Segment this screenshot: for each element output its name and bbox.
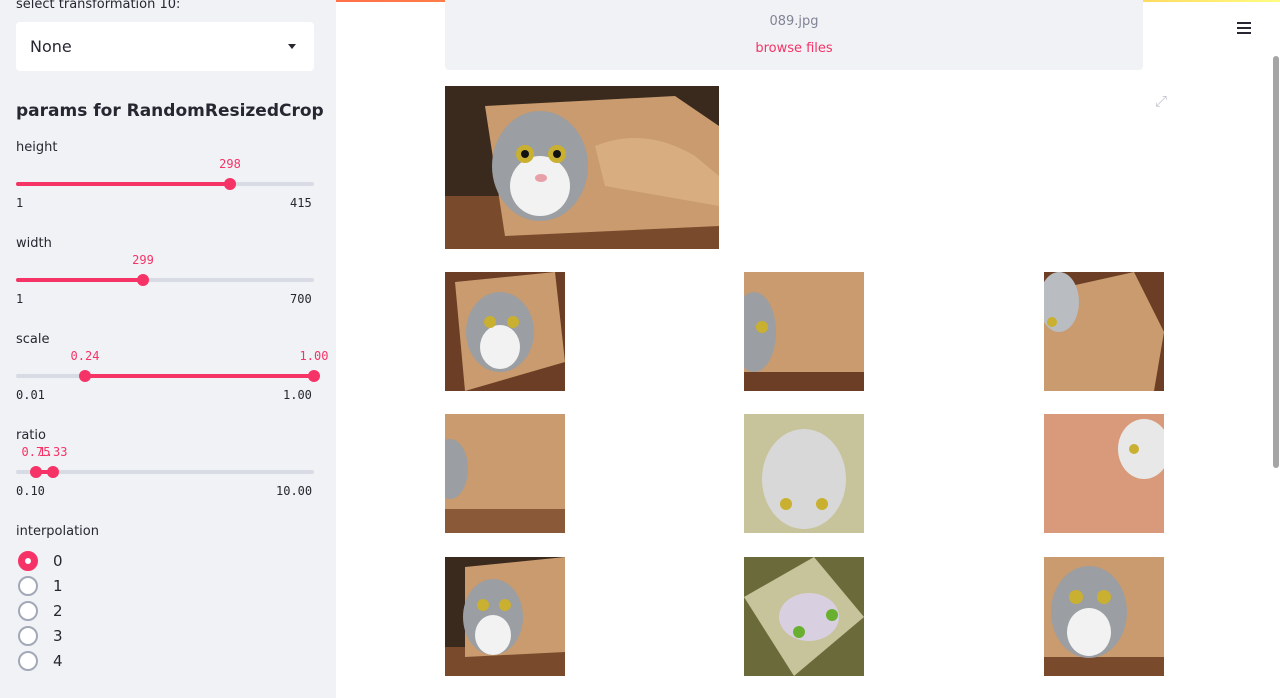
scrollbar[interactable] — [1273, 56, 1279, 468]
width-slider-fill — [16, 278, 143, 282]
augmented-image-9 — [1044, 557, 1164, 676]
width-label: width — [16, 236, 52, 251]
augmented-image-6 — [1044, 414, 1164, 533]
ratio-min: 0.10 — [16, 484, 45, 498]
interpolation-option-1[interactable]: 1 — [18, 576, 63, 596]
interpolation-option-label: 2 — [53, 602, 63, 620]
scale-label: scale — [16, 332, 50, 347]
scale-slider-thumb-low[interactable] — [79, 370, 91, 382]
ratio-slider-thumb-low[interactable] — [30, 466, 42, 478]
scale-min: 0.01 — [16, 388, 45, 402]
browse-files-link[interactable]: browse files — [445, 41, 1143, 56]
augmented-image-5 — [744, 414, 864, 533]
augmented-image-1 — [445, 272, 565, 391]
height-min: 1 — [16, 196, 24, 210]
height-value: 298 — [219, 157, 241, 171]
interpolation-option-label: 4 — [53, 652, 63, 670]
interpolation-label: interpolation — [16, 524, 99, 539]
height-slider-fill — [16, 182, 230, 186]
scale-slider-thumb-high[interactable] — [308, 370, 320, 382]
uploaded-file-name: 089.jpg — [769, 14, 819, 29]
ratio-label: ratio — [16, 428, 46, 443]
width-max: 700 — [290, 292, 312, 306]
interpolation-option-label: 3 — [53, 627, 63, 645]
radio-selected-icon — [18, 551, 38, 571]
ratio-high-value: 1.33 — [38, 445, 68, 459]
width-value: 299 — [132, 253, 154, 267]
transformation-select-value: None — [30, 37, 72, 56]
radio-icon — [18, 576, 38, 596]
select-transformation-label: select transformation 10: — [16, 0, 181, 12]
interpolation-option-3[interactable]: 3 — [18, 626, 63, 646]
transformation-select[interactable]: None — [16, 22, 314, 71]
augmented-image-4 — [445, 414, 565, 533]
radio-icon — [18, 601, 38, 621]
height-label: height — [16, 140, 58, 155]
interpolation-option-0[interactable]: 0 — [18, 551, 63, 571]
hamburger-menu-icon[interactable] — [1237, 21, 1251, 35]
augmented-image-2 — [744, 272, 864, 391]
interpolation-option-4[interactable]: 4 — [18, 651, 63, 671]
interpolation-option-label: 0 — [53, 552, 63, 570]
ratio-slider-thumb-high[interactable] — [47, 466, 59, 478]
scale-max: 1.00 — [283, 388, 312, 402]
section-title: params for RandomResizedCrop — [16, 101, 324, 121]
ratio-max: 10.00 — [276, 484, 313, 498]
scale-slider[interactable]: 0.24 1.00 — [16, 349, 328, 382]
original-image — [445, 86, 719, 249]
augmented-image-8 — [744, 557, 864, 676]
height-slider[interactable]: 298 — [16, 157, 314, 190]
augmented-image-7 — [445, 557, 565, 676]
fullscreen-expand-icon[interactable]: ⤢ — [1155, 92, 1167, 110]
width-slider-thumb[interactable] — [137, 274, 149, 286]
interpolation-option-2[interactable]: 2 — [18, 601, 63, 621]
radio-icon — [18, 626, 38, 646]
scale-high-value: 1.00 — [299, 349, 329, 363]
scale-slider-fill — [85, 374, 314, 378]
height-max: 415 — [290, 196, 312, 210]
width-min: 1 — [16, 292, 24, 306]
sidebar: select transformation 10: None params fo… — [0, 0, 336, 698]
chevron-down-icon — [288, 44, 296, 49]
width-slider[interactable]: 299 — [16, 253, 314, 286]
augmented-image-3 — [1044, 272, 1164, 391]
ratio-slider[interactable]: 0.75 1.33 — [16, 445, 314, 478]
file-uploader[interactable]: 089.jpg browse files — [445, 0, 1143, 70]
interpolation-option-label: 1 — [53, 577, 63, 595]
radio-icon — [18, 651, 38, 671]
scale-low-value: 0.24 — [70, 349, 100, 363]
height-slider-thumb[interactable] — [224, 178, 236, 190]
